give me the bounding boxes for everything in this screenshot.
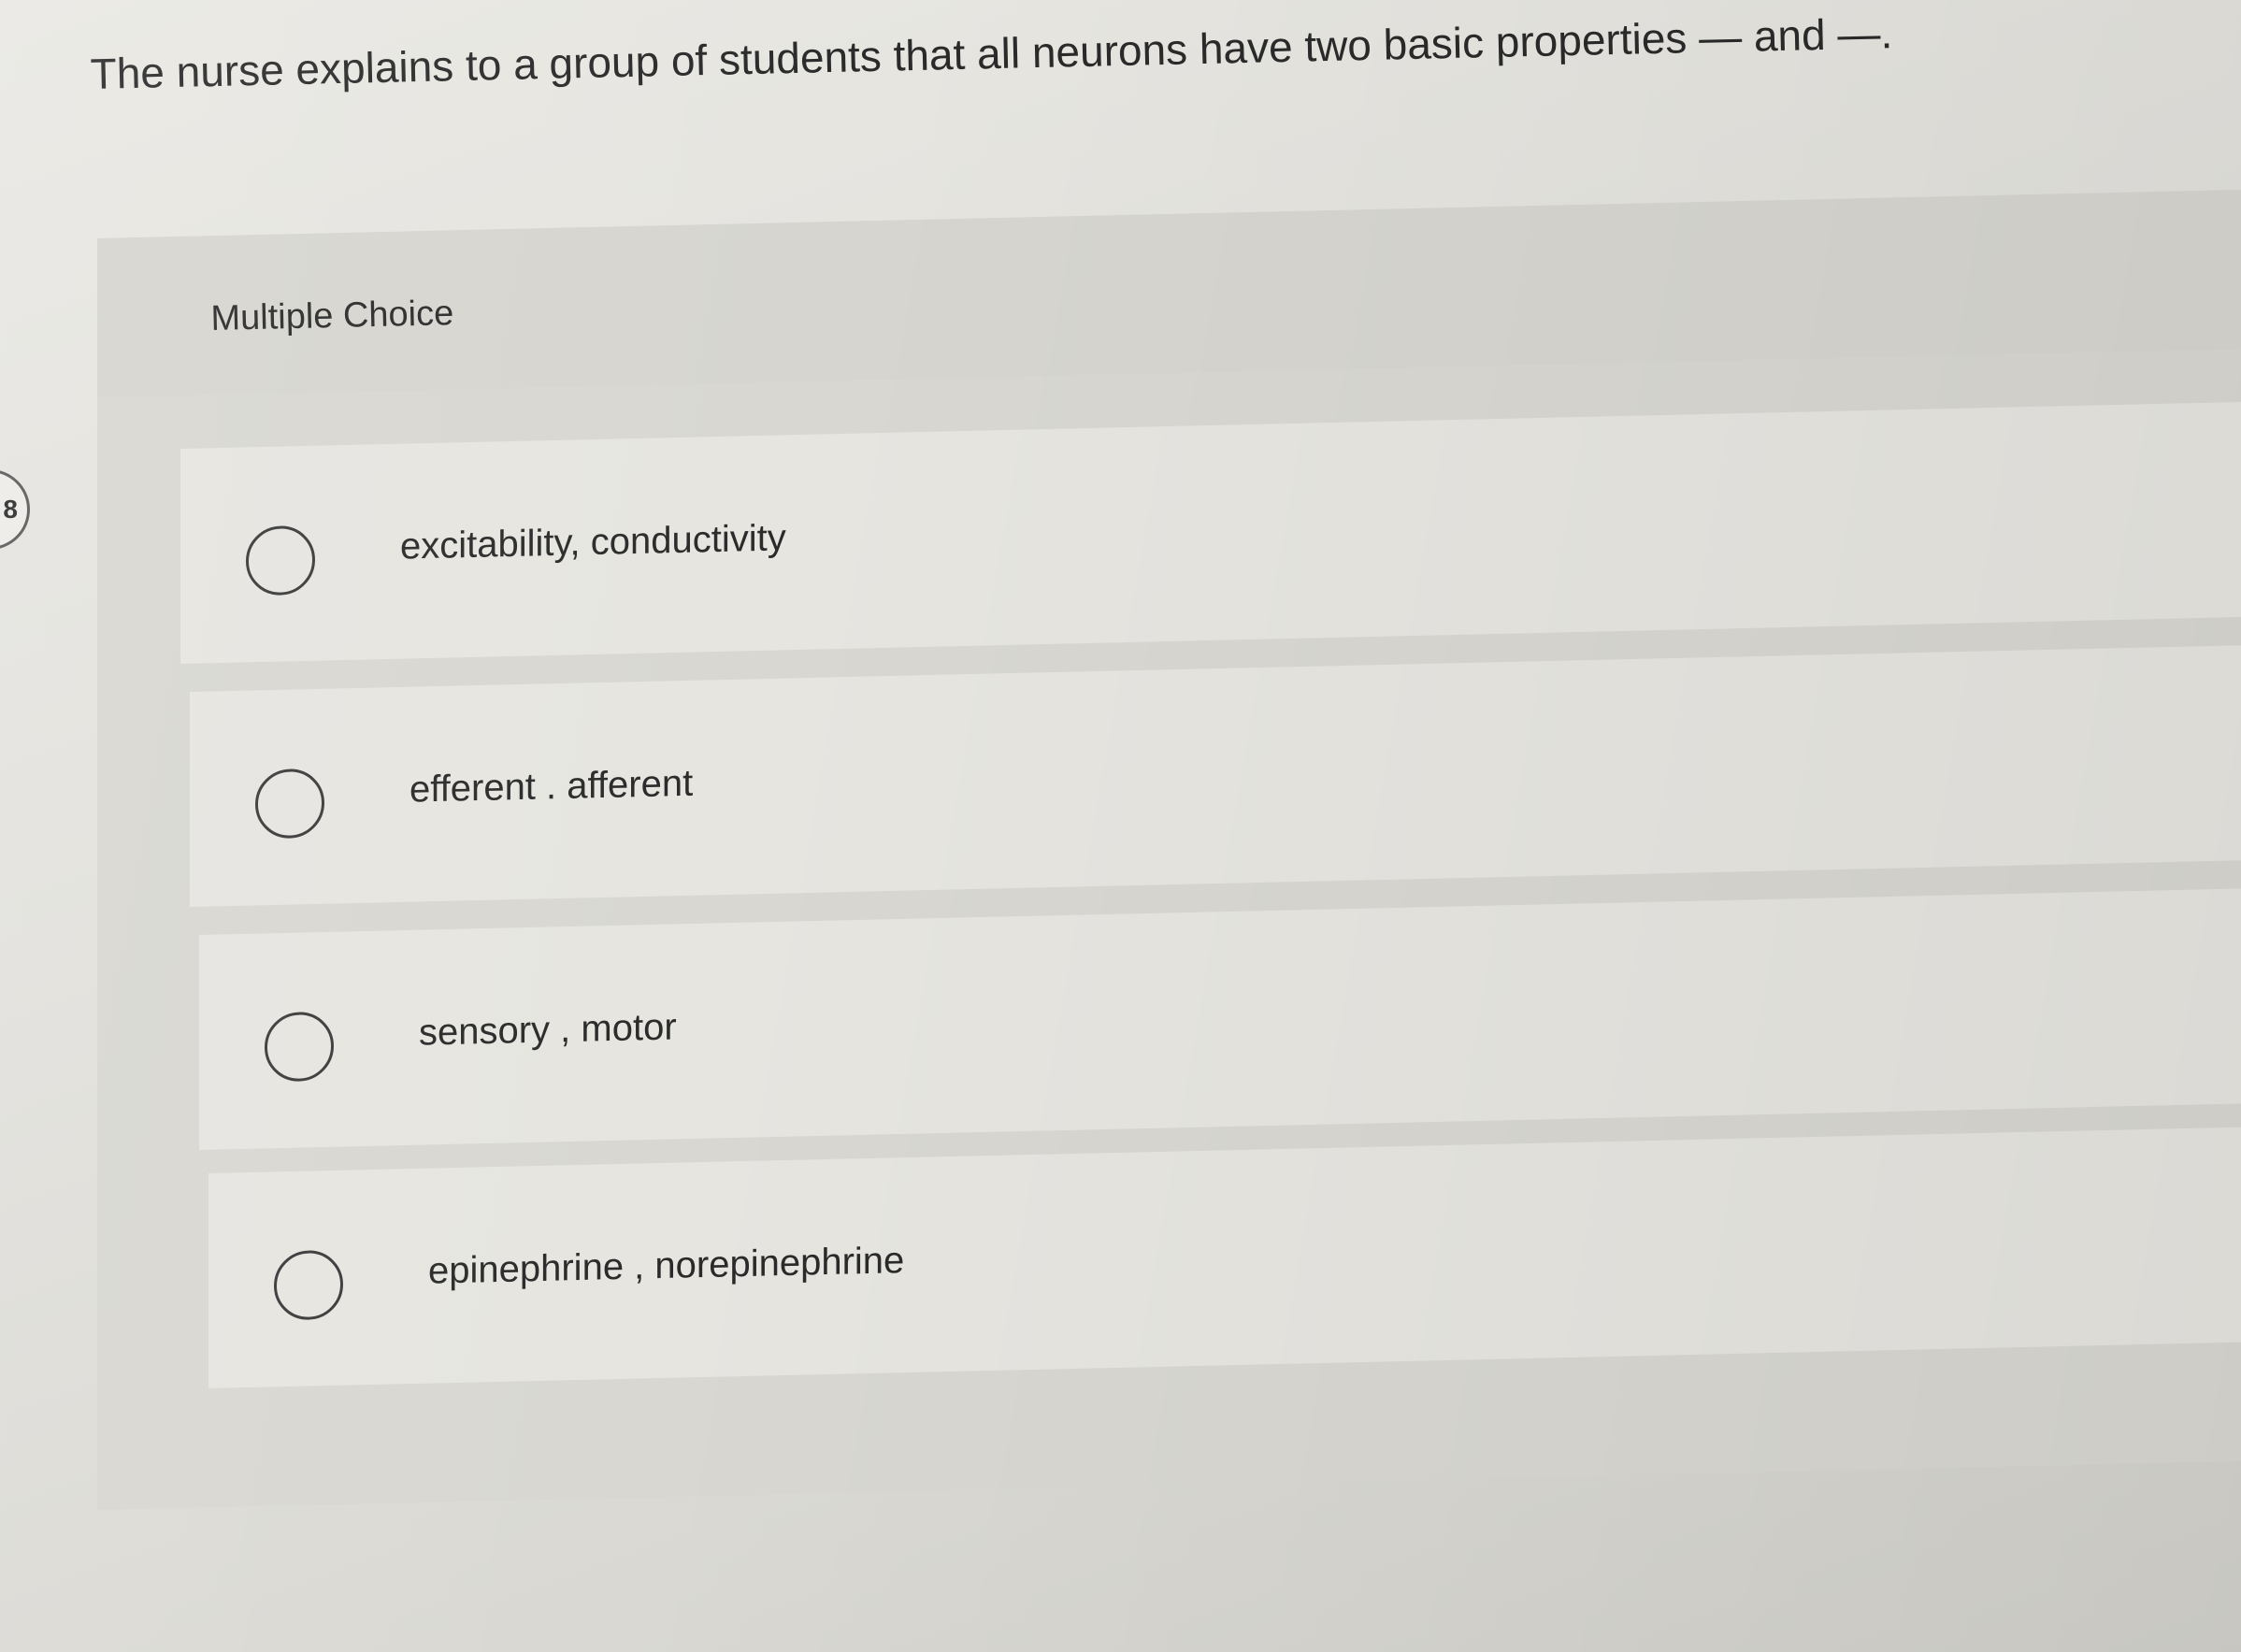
answer-option-4[interactable]: epinephrine , norepinephrine xyxy=(208,1126,2241,1388)
question-type-label: Multiple Choice xyxy=(210,294,454,338)
radio-button-icon[interactable] xyxy=(246,524,315,596)
answer-option-label: excitability, conductivity xyxy=(400,517,786,567)
answer-option-label: efferent . afferent xyxy=(409,762,694,811)
radio-button-icon[interactable] xyxy=(265,1011,334,1083)
radio-button-icon[interactable] xyxy=(274,1249,343,1321)
answer-option-label: epinephrine , norepinephrine xyxy=(428,1240,905,1292)
answer-option-label: sensory , motor xyxy=(419,1006,677,1054)
radio-button-icon[interactable] xyxy=(255,768,324,840)
question-number: 8 xyxy=(3,495,18,524)
